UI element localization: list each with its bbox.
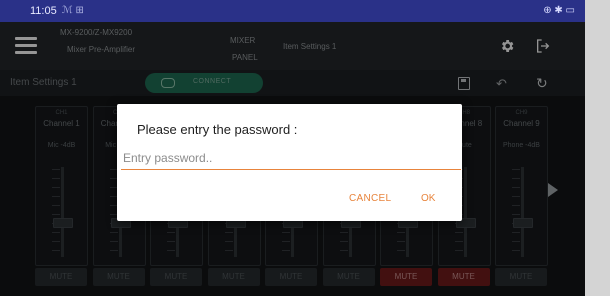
cancel-button[interactable]: CANCEL [349,193,391,204]
app-screen: 11:05 ℳ ⊞ ⊕ ✱ ▭ MX-9200/Z-MX9200 Mixer P… [0,0,585,296]
device-bezel [585,0,610,296]
password-input[interactable] [121,146,461,170]
notification-icons: ℳ ⊞ [62,5,84,16]
dialog-title: Please entry the password : [137,122,298,137]
system-status-icons: ⊕ ✱ ▭ [543,5,575,16]
status-bar: 11:05 ℳ ⊞ ⊕ ✱ ▭ [0,0,585,22]
status-time: 11:05 [30,5,57,17]
password-dialog: Please entry the password : CANCEL OK [117,104,462,221]
ok-button[interactable]: OK [421,193,435,204]
